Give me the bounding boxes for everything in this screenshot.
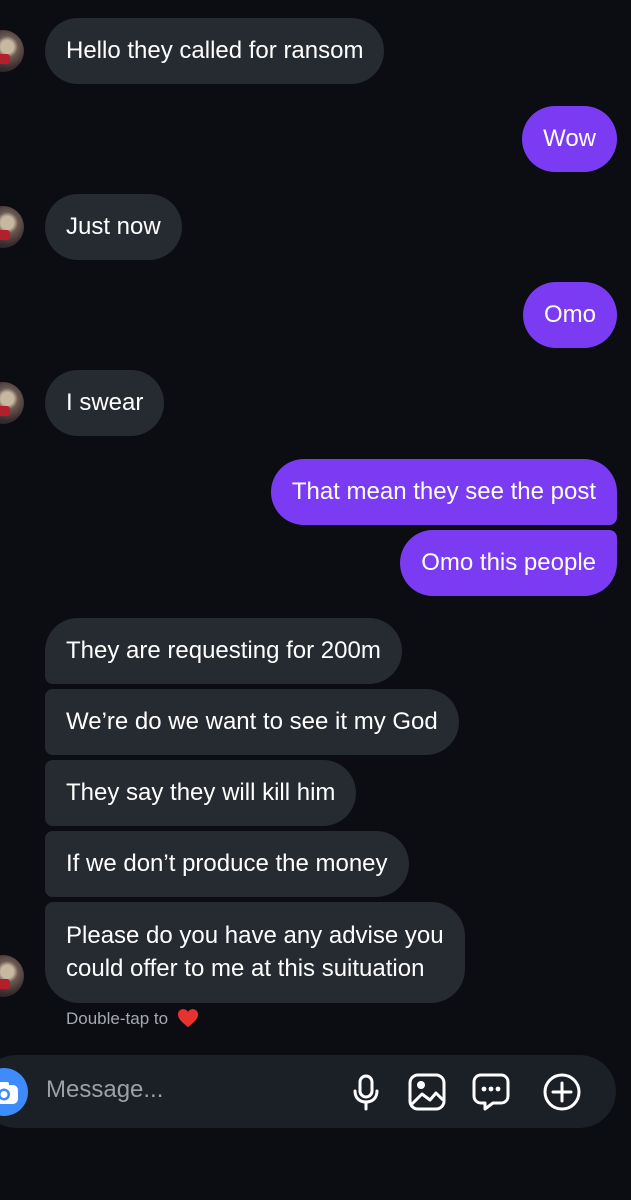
message-outgoing[interactable]: That mean they see the post <box>270 459 617 525</box>
message-input[interactable]: Message... <box>46 1076 163 1104</box>
microphone-icon[interactable] <box>346 1072 386 1112</box>
message-incoming[interactable]: Just now <box>45 194 182 260</box>
double-tap-hint: Double-tap to <box>66 1008 199 1029</box>
message-incoming[interactable]: We’re do we want to see it my God <box>45 689 459 755</box>
camera-button[interactable] <box>0 1068 28 1116</box>
message-composer: Message... <box>0 1055 616 1128</box>
add-icon[interactable] <box>542 1072 582 1112</box>
gallery-icon[interactable] <box>407 1072 447 1112</box>
message-incoming[interactable]: They are requesting for 200m <box>45 618 402 684</box>
message-outgoing[interactable]: Omo <box>522 282 617 348</box>
message-incoming[interactable]: They say they will kill him <box>45 760 357 826</box>
contact-avatar[interactable] <box>0 955 24 997</box>
message-line: could offer to me at this suituation <box>66 955 425 982</box>
hint-label: Double-tap to <box>66 1009 169 1028</box>
message-incoming[interactable]: I swear <box>45 370 165 436</box>
message-incoming[interactable]: Hello they called for ransom <box>45 18 385 84</box>
message-outgoing[interactable]: Omo this people <box>400 530 617 596</box>
sticker-chat-icon[interactable] <box>471 1072 511 1112</box>
message-incoming[interactable]: If we don’t produce the money <box>45 831 409 897</box>
chat-screen: Hello they called for ransom Wow Just no… <box>0 0 631 1200</box>
contact-avatar[interactable] <box>0 206 24 248</box>
message-incoming[interactable]: Please do you have any advise you could … <box>45 902 465 1003</box>
camera-icon <box>0 1082 18 1104</box>
heart-icon <box>177 1009 198 1028</box>
contact-avatar[interactable] <box>0 30 24 72</box>
contact-avatar[interactable] <box>0 382 24 424</box>
message-outgoing[interactable]: Wow <box>522 106 617 172</box>
message-line: Please do you have any advise you <box>66 922 444 949</box>
